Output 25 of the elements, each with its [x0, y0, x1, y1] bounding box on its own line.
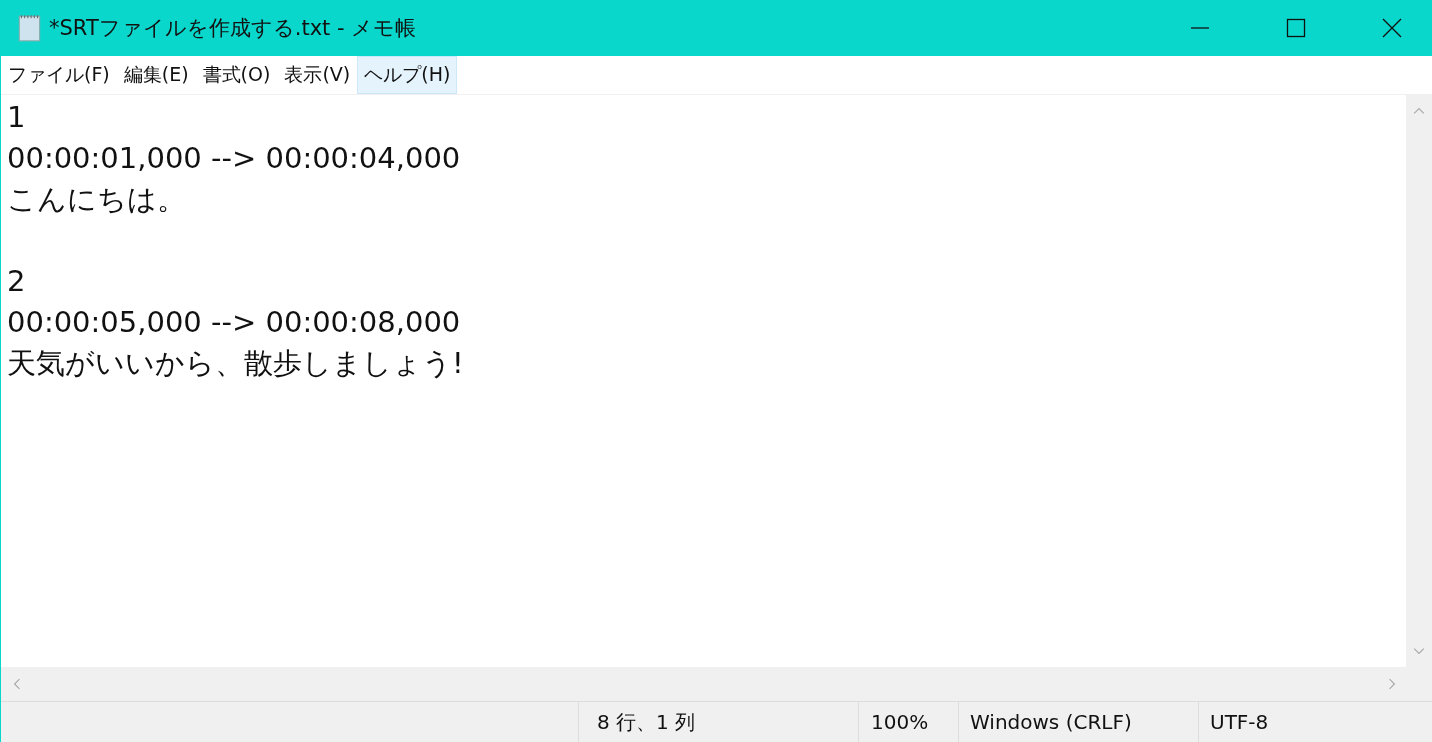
text-line: 天気がいいから、散歩しましょう! [7, 345, 465, 382]
maximize-icon[interactable] [1286, 18, 1306, 38]
status-position: 8 行、1 列 [578, 702, 858, 742]
menu-item[interactable]: ファイル(F) [1, 56, 117, 94]
scroll-up-icon[interactable] [1413, 105, 1425, 117]
text-line: 00:00:05,000 --> 00:00:08,000 [7, 304, 462, 341]
scroll-left-icon[interactable] [11, 678, 23, 690]
vertical-scrollbar[interactable] [1406, 95, 1432, 667]
menu-item[interactable]: 編集(E) [116, 56, 196, 94]
text-line: 2 [7, 263, 27, 300]
horizontal-scrollbar[interactable] [1, 667, 1432, 701]
window-title: *SRTファイルを作成する.txt - メモ帳 [49, 15, 417, 42]
scroll-right-icon[interactable] [1386, 678, 1398, 690]
text-line: 1 [7, 99, 27, 136]
menu-item[interactable]: ヘルプ(H) [357, 56, 458, 94]
status-line-ending: Windows (CRLF) [958, 702, 1198, 742]
status-encoding: UTF-8 [1198, 702, 1432, 742]
menu-item[interactable]: 書式(O) [195, 56, 278, 94]
text-line: こんにちは。 [7, 181, 187, 218]
menu-item[interactable]: 表示(V) [277, 56, 358, 94]
text-line: 00:00:01,000 --> 00:00:04,000 [7, 140, 462, 177]
scroll-down-icon[interactable] [1413, 645, 1425, 657]
close-icon[interactable] [1382, 18, 1402, 38]
status-zoom: 100% [858, 702, 958, 742]
notepad-icon [17, 13, 43, 43]
